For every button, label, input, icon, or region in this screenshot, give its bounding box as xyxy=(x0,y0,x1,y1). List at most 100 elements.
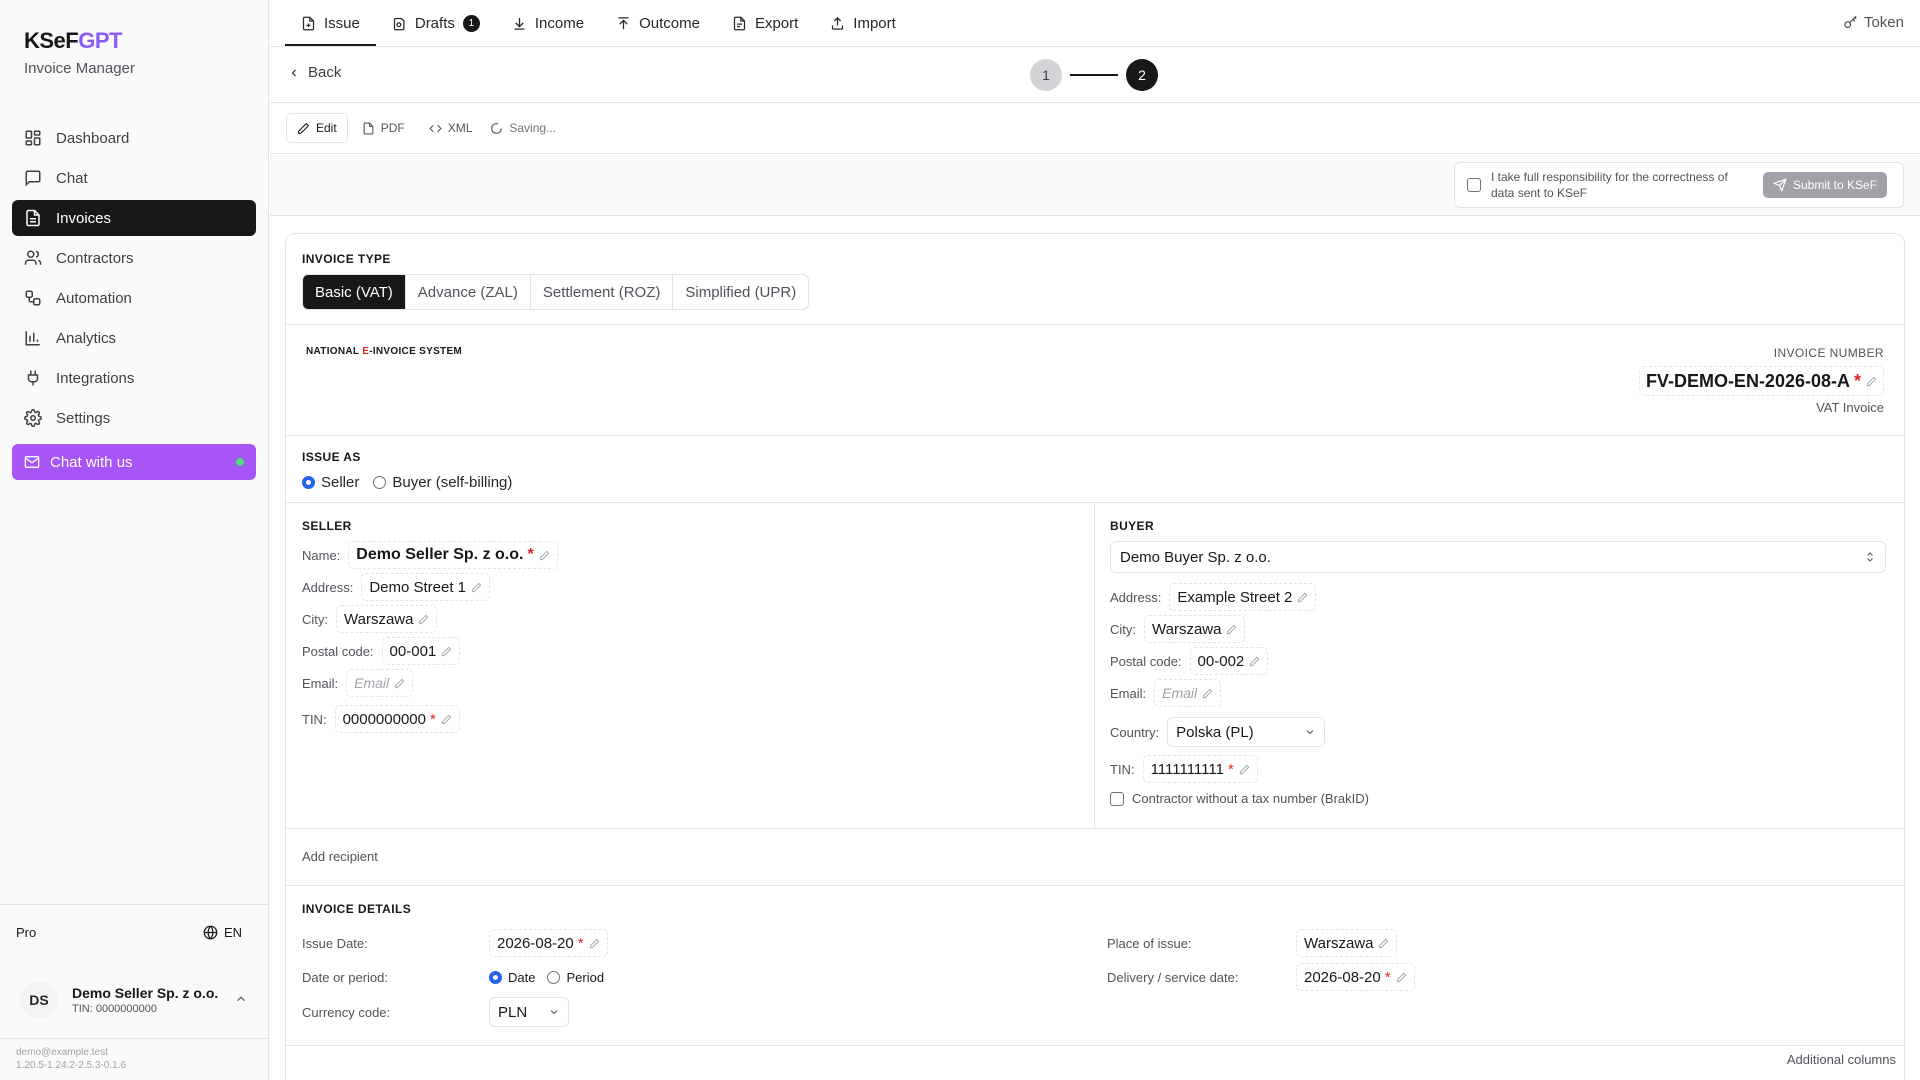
pencil-icon xyxy=(394,678,405,689)
app-logo[interactable]: KSeFGPT xyxy=(24,28,135,54)
invoice-type-basic[interactable]: Basic (VAT) xyxy=(303,275,406,309)
seller-postal-field[interactable]: 00-001 xyxy=(381,637,461,665)
period-radio[interactable]: Period xyxy=(547,970,604,985)
buyer-city-field[interactable]: Warszawa xyxy=(1144,615,1246,643)
currency-value: PLN xyxy=(498,1003,528,1021)
sidebar-item-invoices[interactable]: Invoices xyxy=(12,200,256,236)
dashboard-icon xyxy=(24,129,42,147)
field-label: Address: xyxy=(302,579,354,595)
edit-mode-button[interactable]: Edit xyxy=(286,113,348,143)
submit-box: I take full responsibility for the corre… xyxy=(1454,162,1904,208)
issue-date-row: Issue Date: 2026-08-20 * xyxy=(302,927,608,959)
tab-outcome[interactable]: Outcome xyxy=(600,0,716,46)
seller-city-field[interactable]: Warszawa xyxy=(336,605,438,633)
place-of-issue-field[interactable]: Warszawa xyxy=(1296,929,1398,957)
tab-label: Income xyxy=(534,14,585,32)
user-menu[interactable]: DS Demo Seller Sp. z o.o. TIN: 000000000… xyxy=(8,970,260,1030)
buyer-address-field[interactable]: Example Street 2 xyxy=(1169,583,1317,611)
delivery-date-field[interactable]: 2026-08-20 * xyxy=(1296,963,1415,991)
buyer-tin-row: TIN: 1111111111 * xyxy=(1110,753,1886,785)
no-tin-label: Contractor without a tax number (BrakID) xyxy=(1132,791,1369,806)
column-divider xyxy=(1094,503,1095,828)
tab-import[interactable]: Import xyxy=(814,0,912,46)
pencil-icon xyxy=(297,122,310,135)
token-button[interactable]: Token xyxy=(1843,14,1904,31)
seller-name-field[interactable]: Demo Seller Sp. z o.o. * xyxy=(348,541,558,569)
sidebar-item-analytics[interactable]: Analytics xyxy=(12,320,256,356)
drafts-icon xyxy=(392,16,407,31)
issue-as-heading: ISSUE AS xyxy=(302,450,361,464)
field-label: Date or period: xyxy=(302,969,388,985)
xml-mode-button[interactable]: XML xyxy=(419,113,483,143)
stepper: 1 2 xyxy=(1030,59,1158,91)
currency-select[interactable]: PLN xyxy=(489,997,569,1027)
sidebar-item-contractors[interactable]: Contractors xyxy=(12,240,256,276)
field-label: Name: xyxy=(302,547,341,563)
field-label: Postal code: xyxy=(302,643,374,659)
field-label: Email: xyxy=(1110,685,1147,701)
file-plus-icon xyxy=(301,16,316,31)
seller-name-row: Name: Demo Seller Sp. z o.o. * xyxy=(302,539,558,571)
radio-dot xyxy=(373,476,387,489)
edit-label: Edit xyxy=(316,121,337,135)
sidebar-item-dashboard[interactable]: Dashboard xyxy=(12,120,256,156)
chat-with-us-label: Chat with us xyxy=(50,453,133,471)
tab-income[interactable]: Income xyxy=(496,0,600,46)
chat-with-us-button[interactable]: Chat with us xyxy=(12,444,256,480)
users-icon xyxy=(24,249,42,267)
pdf-mode-button[interactable]: PDF xyxy=(352,113,415,143)
sidebar-item-chat[interactable]: Chat xyxy=(12,160,256,196)
buyer-postal-field[interactable]: 00-002 xyxy=(1189,647,1269,675)
sidebar-item-integrations[interactable]: Integrations xyxy=(12,360,256,396)
date-radio[interactable]: Date xyxy=(489,970,535,985)
spinner-icon xyxy=(490,122,503,135)
avatar: DS xyxy=(20,981,58,1019)
buyer-email-field[interactable]: Email xyxy=(1154,679,1222,707)
invoice-type-advance[interactable]: Advance (ZAL) xyxy=(406,275,531,309)
pencil-icon xyxy=(1297,592,1308,603)
additional-columns-button[interactable]: Additional columns xyxy=(1787,1052,1896,1067)
buyer-section: BUYER Demo Buyer Sp. z o.o. Address: Exa… xyxy=(1110,519,1886,806)
field-label: Issue Date: xyxy=(302,935,368,951)
issue-as-buyer-radio[interactable]: Buyer (self-billing) xyxy=(373,474,512,491)
gear-icon xyxy=(24,409,42,427)
pencil-icon xyxy=(1249,656,1260,667)
pencil-icon xyxy=(539,550,550,561)
tab-drafts[interactable]: Drafts 1 xyxy=(376,0,496,46)
step-1[interactable]: 1 xyxy=(1030,59,1062,91)
step-2[interactable]: 2 xyxy=(1126,59,1158,91)
invoice-number-label: INVOICE NUMBER xyxy=(1773,346,1884,360)
tab-export[interactable]: Export xyxy=(716,0,814,46)
date-or-period-row: Date or period: Date Period xyxy=(302,961,604,993)
add-recipient-button[interactable]: Add recipient xyxy=(302,849,378,864)
submit-to-ksef-button[interactable]: Submit to KSeF xyxy=(1763,172,1888,198)
seller-address-field[interactable]: Demo Street 1 xyxy=(361,573,491,601)
tab-issue[interactable]: Issue xyxy=(285,0,376,46)
issue-as-seller-radio[interactable]: Seller xyxy=(302,474,359,491)
no-tin-checkbox[interactable] xyxy=(1110,791,1124,806)
seller-tin-field[interactable]: 0000000000 * xyxy=(334,705,460,733)
invoice-number-field[interactable]: FV-DEMO-EN-2026-08-A * xyxy=(1638,366,1884,396)
section-divider xyxy=(286,1045,1904,1046)
key-icon xyxy=(1843,15,1858,30)
invoice-type-settlement[interactable]: Settlement (ROZ) xyxy=(531,275,674,309)
invoice-type-simplified[interactable]: Simplified (UPR) xyxy=(673,275,808,309)
download-icon xyxy=(512,16,527,31)
back-button[interactable]: Back xyxy=(288,64,341,81)
sidebar-item-settings[interactable]: Settings xyxy=(12,400,256,436)
field-label: Postal code: xyxy=(1110,653,1182,669)
responsibility-checkbox[interactable] xyxy=(1467,178,1481,192)
language-switcher[interactable]: EN xyxy=(203,925,242,940)
required-marker: * xyxy=(1853,370,1861,391)
buyer-address-row: Address: Example Street 2 xyxy=(1110,581,1886,613)
buyer-country-select[interactable]: Polska (PL) xyxy=(1167,717,1326,747)
ksef-logo: NATIONAL E-INVOICE SYSTEM xyxy=(306,346,463,357)
seller-email-field[interactable]: Email xyxy=(346,669,414,697)
sidebar-item-automation[interactable]: Automation xyxy=(12,280,256,316)
field-label: TIN: xyxy=(1110,761,1135,777)
seller-heading: SELLER xyxy=(302,519,352,533)
issue-date-field[interactable]: 2026-08-20 * xyxy=(489,929,608,957)
buyer-tin-field[interactable]: 1111111111 * xyxy=(1142,755,1258,783)
buyer-select[interactable]: Demo Buyer Sp. z o.o. xyxy=(1110,541,1886,573)
drafts-count-badge: 1 xyxy=(462,14,480,32)
